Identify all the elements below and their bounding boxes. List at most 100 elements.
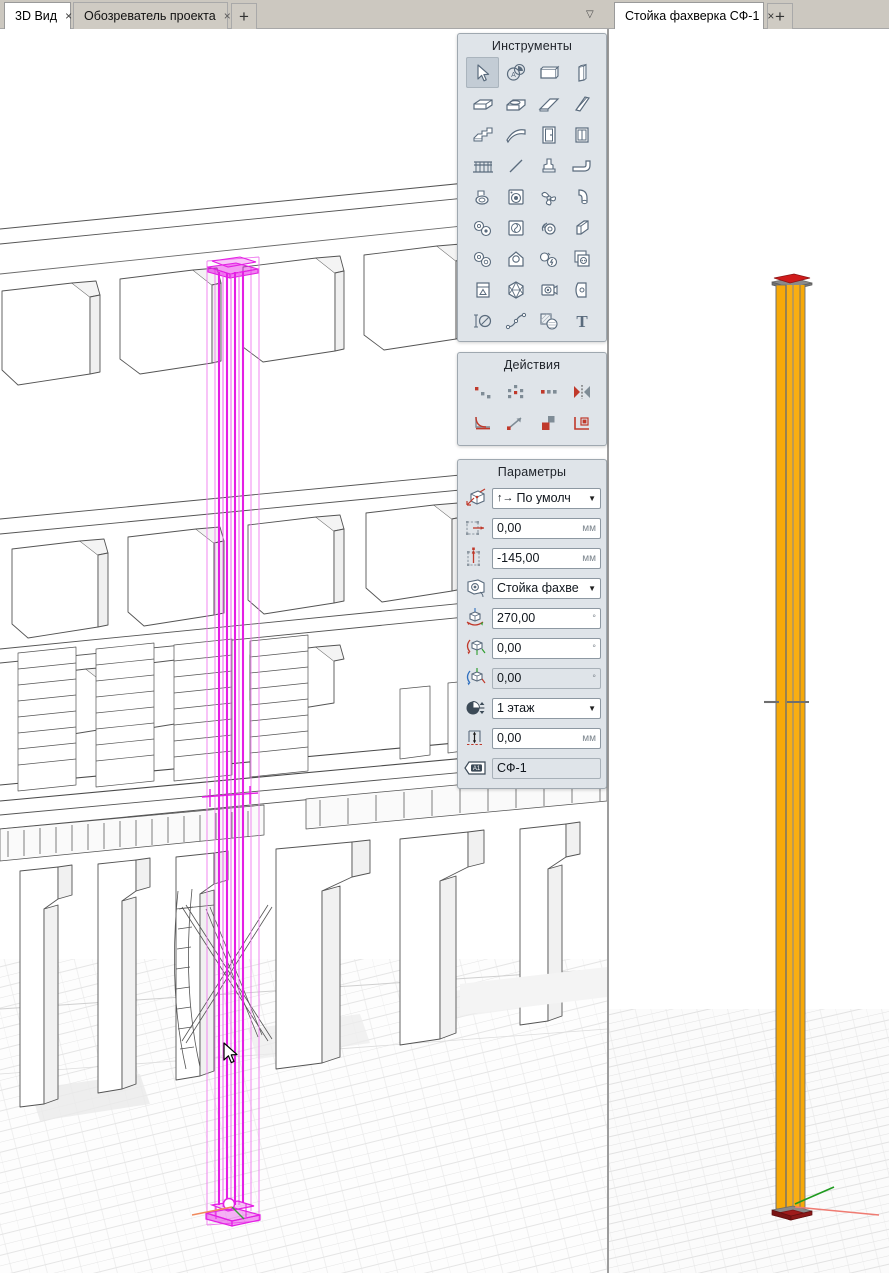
tool-duct-icon[interactable] (565, 150, 598, 181)
tools-grid: A T (458, 57, 606, 341)
tool-duct-fitting-icon[interactable] (565, 212, 598, 243)
offset-z-input[interactable]: -145,00 мм (492, 547, 601, 569)
height-icon (463, 726, 489, 750)
height-input[interactable]: 0,00 мм (492, 727, 601, 749)
svg-text:A1: A1 (473, 766, 481, 772)
param-row-story: 1 этаж ▼ (458, 693, 606, 723)
chevron-down-icon[interactable]: ▼ (588, 704, 596, 713)
tool-elevation-marker-icon[interactable] (466, 274, 499, 305)
tool-water-fitting-icon[interactable] (466, 212, 499, 243)
tool-fill-icon[interactable] (532, 305, 565, 336)
action-align-points-icon[interactable] (532, 376, 565, 407)
tool-lamp-icon[interactable] (499, 243, 532, 274)
tool-roof-icon[interactable] (532, 88, 565, 119)
tool-pipe-elbow-icon[interactable] (565, 181, 598, 212)
chevron-down-icon[interactable]: ▼ (588, 584, 596, 593)
viewport-column-editor[interactable] (609, 29, 889, 1273)
tool-coil-icon[interactable] (532, 212, 565, 243)
action-align-edge-icon[interactable] (565, 407, 598, 438)
tool-text-icon[interactable]: T (565, 305, 598, 336)
tool-shell-icon[interactable] (499, 119, 532, 150)
tab-overflow-icon[interactable]: ▽ (586, 9, 594, 20)
tool-detail-icon[interactable] (565, 274, 598, 305)
rotate-z-unit: ° (592, 613, 596, 623)
offset-z-value: -145,00 (497, 551, 540, 565)
action-distribute-points-icon[interactable] (466, 376, 499, 407)
tab-label: Обозреватель проекта (84, 9, 216, 23)
parameters-palette: Параметры ↑→ По умолч ▼ 0,00 мм -145,00 … (457, 459, 607, 789)
tool-socket-icon[interactable] (565, 243, 598, 274)
tool-arrow-select-icon[interactable] (466, 57, 499, 88)
left-tab-bar: 3D Вид × Обозреватель проекта × + ▽ (0, 0, 608, 29)
svg-text:T: T (576, 312, 588, 331)
tools-palette: Инструменты A T (457, 33, 607, 342)
chevron-down-icon[interactable]: ▼ (588, 494, 596, 503)
tab-column-sf1[interactable]: Стойка фахверка СФ-1 × (614, 2, 774, 29)
new-tab-button[interactable]: + (231, 3, 257, 29)
tool-camera-icon[interactable] (532, 274, 565, 305)
offset-z-unit: мм (582, 552, 596, 564)
tool-line-icon[interactable] (499, 150, 532, 181)
tab-close-icon[interactable]: × (224, 10, 231, 22)
tool-appliance-icon[interactable] (499, 181, 532, 212)
param-row-offset-x: 0,00 мм (458, 513, 606, 543)
param-row-object-type: Стойка фахве ▼ (458, 573, 606, 603)
actions-palette-title: Действия (503, 358, 561, 372)
object-type-icon (463, 576, 489, 600)
tool-fan-icon[interactable] (532, 181, 565, 212)
tool-dimension-icon[interactable] (466, 305, 499, 336)
offset-x-unit: мм (582, 522, 596, 534)
tool-beam-icon[interactable] (466, 88, 499, 119)
param-row-rotate-y: 0,00 ° (458, 633, 606, 663)
rotate-z-input[interactable]: 270,00 ° (492, 607, 601, 629)
action-mirror-icon[interactable] (565, 376, 598, 407)
param-row-rotate-z: 270,00 ° (458, 603, 606, 633)
tool-sanitary-icon[interactable] (466, 181, 499, 212)
tab-3d-view[interactable]: 3D Вид × (4, 2, 72, 29)
tool-door-icon[interactable] (532, 119, 565, 150)
scene-column-sf1 (609, 29, 889, 1273)
tool-valve-icon[interactable] (466, 243, 499, 274)
tab-label: 3D Вид (15, 9, 58, 23)
tool-railing-icon[interactable] (466, 150, 499, 181)
tool-spline-icon[interactable] (499, 305, 532, 336)
action-fillet-icon[interactable] (466, 407, 499, 438)
tool-vent-grille-icon[interactable] (499, 212, 532, 243)
id-tag-input[interactable]: СФ-1 (492, 757, 601, 779)
tool-object-icon[interactable] (532, 150, 565, 181)
rotate-x-input[interactable]: 0,00 ° (492, 667, 601, 689)
action-stretch-icon[interactable] (499, 407, 532, 438)
actions-palette: Действия (457, 352, 607, 446)
tool-zone-icon[interactable]: A (499, 57, 532, 88)
snap-origin-select[interactable]: ↑→ По умолч ▼ (492, 487, 601, 509)
tab-close-icon[interactable]: × (767, 10, 774, 22)
tool-stair-icon[interactable] (466, 119, 499, 150)
right-tab-bar: Стойка фахверка СФ-1 × + (608, 0, 889, 29)
viewport-splitter[interactable] (607, 29, 609, 1273)
height-unit: мм (582, 732, 596, 744)
tool-morph-icon[interactable] (499, 274, 532, 305)
snap-origin-icon (463, 486, 489, 510)
offset-x-input[interactable]: 0,00 мм (492, 517, 601, 539)
tool-column-icon[interactable] (565, 57, 598, 88)
tool-slab-icon[interactable] (499, 88, 532, 119)
tool-electric-icon[interactable] (532, 243, 565, 274)
rotate-z-icon (463, 606, 489, 630)
tab-close-icon[interactable]: × (65, 10, 72, 22)
tab-project-browser[interactable]: Обозреватель проекта × (73, 2, 231, 29)
object-type-select[interactable]: Стойка фахве ▼ (492, 577, 601, 599)
param-row-offset-z: -145,00 мм (458, 543, 606, 573)
story-value: 1 этаж (497, 701, 535, 715)
action-offset-icon[interactable] (532, 407, 565, 438)
action-scatter-points-icon[interactable] (499, 376, 532, 407)
rotate-y-input[interactable]: 0,00 ° (492, 637, 601, 659)
story-select[interactable]: 1 этаж ▼ (492, 697, 601, 719)
tool-wall-icon[interactable] (532, 57, 565, 88)
offset-x-icon (463, 516, 489, 540)
tool-mesh-icon[interactable] (565, 88, 598, 119)
story-icon (463, 696, 489, 720)
rotate-z-value: 270,00 (497, 611, 536, 625)
tool-window-icon[interactable] (565, 119, 598, 150)
snap-origin-value: По умолч (516, 491, 571, 505)
id-tag-icon: A1 (463, 756, 489, 780)
